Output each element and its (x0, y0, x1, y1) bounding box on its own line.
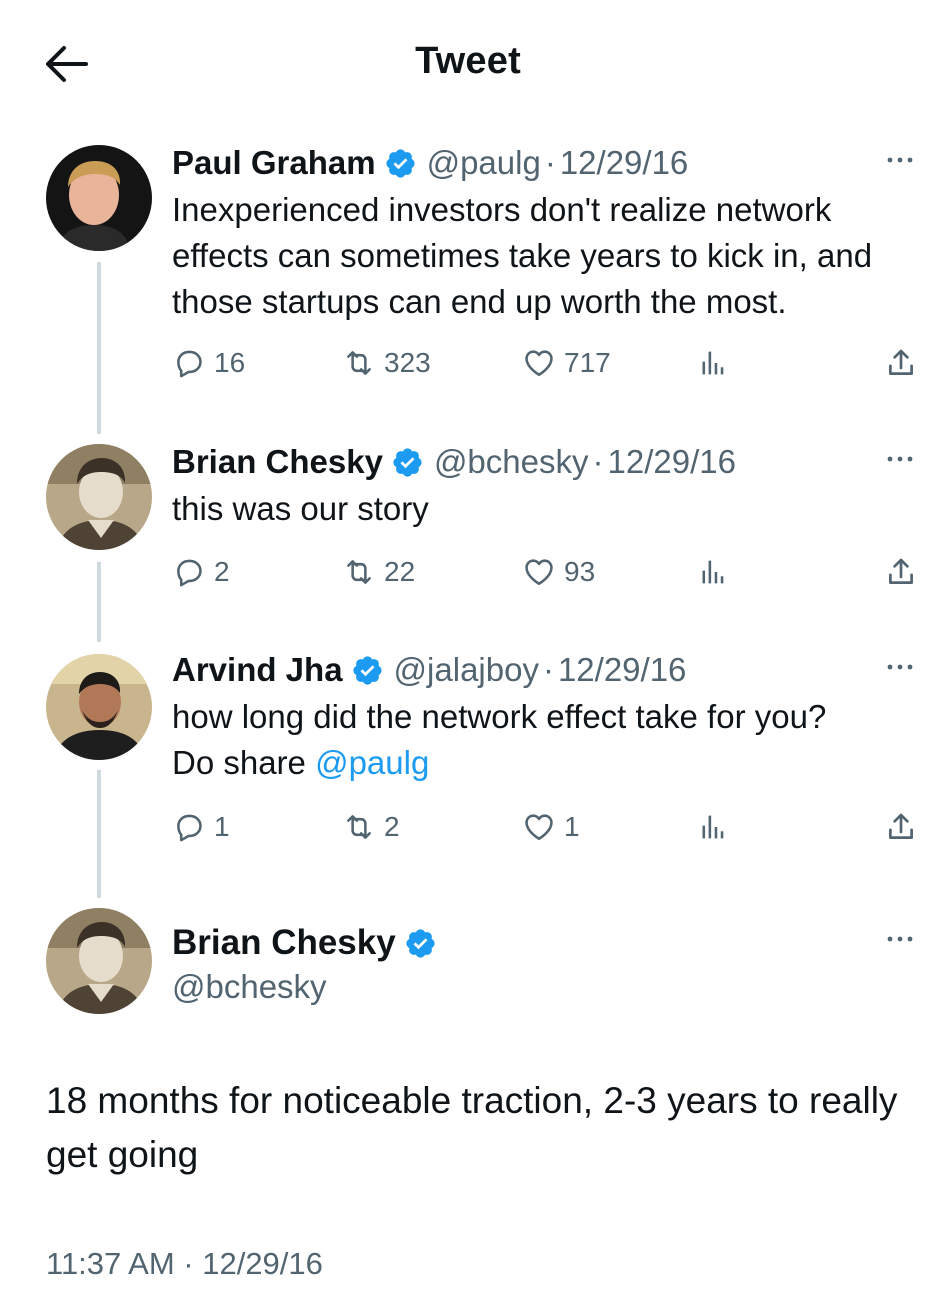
heart-icon (522, 810, 556, 844)
retweet-count: 2 (384, 811, 400, 842)
retweet-icon (342, 346, 376, 380)
author-name[interactable]: Brian Chesky (172, 923, 396, 963)
share-button[interactable] (884, 805, 918, 849)
heart-icon (522, 555, 556, 589)
author-name[interactable]: Arvind Jha (172, 651, 343, 689)
avatar[interactable] (46, 145, 152, 251)
retweet-icon (342, 810, 376, 844)
retweet-button[interactable]: 323 (342, 341, 431, 385)
share-icon (884, 555, 918, 589)
verified-badge-icon (404, 927, 437, 960)
like-count: 93 (564, 556, 596, 587)
avatar[interactable] (46, 654, 152, 760)
tweet-text-line: how long did the network effect take for… (172, 698, 827, 735)
author-handle[interactable]: @jalajboy (394, 651, 539, 689)
verified-badge-icon (384, 147, 417, 180)
thread-tweet[interactable]: Paul Graham @paulg · 12/29/16 Inexperien… (0, 141, 936, 391)
tweet-text-segment: Do share (172, 744, 316, 781)
share-button[interactable] (884, 550, 918, 594)
views-icon (694, 810, 728, 844)
verified-badge-icon (351, 654, 384, 687)
main-author: Brian Chesky @bchesky (172, 920, 447, 1006)
views-icon (694, 346, 728, 380)
reply-count: 1 (214, 811, 230, 842)
main-tweet: Brian Chesky @bchesky (0, 908, 936, 1028)
mention-link[interactable]: @paulg (315, 744, 429, 781)
tweet-meta: Paul Graham @paulg · 12/29/16 (172, 141, 688, 185)
tweet-meta: Arvind Jha @jalajboy · 12/29/16 (172, 648, 686, 692)
tweet-actions: 2 22 93 (172, 550, 922, 594)
like-count: 717 (564, 347, 611, 378)
author-handle[interactable]: @paulg (427, 144, 541, 182)
tweet-text-line: Do share @paulg (172, 740, 932, 786)
views-icon (694, 555, 728, 589)
main-tweet-text: 18 months for noticeable traction, 2-3 y… (46, 1080, 898, 1175)
retweet-count: 323 (384, 347, 431, 378)
like-button[interactable]: 717 (522, 341, 611, 385)
like-button[interactable]: 93 (522, 550, 595, 594)
heart-icon (522, 346, 556, 380)
author-name[interactable]: Brian Chesky (172, 443, 383, 481)
views-button[interactable] (694, 550, 728, 594)
reply-button[interactable]: 1 (172, 805, 230, 849)
views-button[interactable] (694, 341, 728, 385)
separator: · (592, 443, 604, 480)
more-dots-icon[interactable] (882, 444, 918, 474)
separator: · (544, 144, 556, 181)
main-author-name-row: Brian Chesky (172, 920, 447, 966)
retweet-count: 22 (384, 556, 416, 587)
reply-icon (172, 346, 206, 380)
retweet-button[interactable]: 2 (342, 805, 400, 849)
like-button[interactable]: 1 (522, 805, 580, 849)
tweet-timestamp[interactable]: 11:37 AM · 12/29/16 (46, 1246, 323, 1282)
reply-icon (172, 555, 206, 589)
share-icon (884, 810, 918, 844)
thread-tweet[interactable]: Brian Chesky @bchesky · 12/29/16 this wa… (0, 440, 936, 600)
more-dots-icon[interactable] (882, 924, 918, 954)
tweet-text: this was our story (172, 490, 429, 527)
author-handle[interactable]: @bchesky (434, 443, 589, 481)
author-name[interactable]: Paul Graham (172, 144, 376, 182)
like-count: 1 (564, 811, 580, 842)
avatar[interactable] (46, 444, 152, 550)
reply-icon (172, 810, 206, 844)
share-button[interactable] (884, 341, 918, 385)
tweet-meta: Brian Chesky @bchesky · 12/29/16 (172, 440, 736, 484)
separator: · (542, 651, 554, 688)
thread-tweet[interactable]: Arvind Jha @jalajboy · 12/29/16 how long… (0, 648, 936, 868)
retweet-button[interactable]: 22 (342, 550, 415, 594)
more-dots-icon[interactable] (882, 652, 918, 682)
tweet-date[interactable]: 12/29/16 (608, 443, 736, 481)
tweet-text: how long did the network effect take for… (172, 694, 932, 786)
reply-button[interactable]: 2 (172, 550, 230, 594)
top-bar: Tweet (0, 0, 936, 120)
author-handle[interactable]: @bchesky (172, 968, 447, 1006)
reply-count: 16 (214, 347, 246, 378)
avatar[interactable] (46, 908, 152, 1014)
tweet-actions: 1 2 1 (172, 805, 922, 849)
retweet-icon (342, 555, 376, 589)
page-title: Tweet (415, 40, 521, 82)
tweet-date[interactable]: 12/29/16 (558, 651, 686, 689)
reply-button[interactable]: 16 (172, 341, 245, 385)
more-dots-icon[interactable] (882, 145, 918, 175)
verified-badge-icon (391, 446, 424, 479)
reply-count: 2 (214, 556, 230, 587)
views-button[interactable] (694, 805, 728, 849)
tweet-text: Inexperienced investors don't realize ne… (172, 191, 873, 320)
tweet-actions: 16 323 717 (172, 341, 922, 385)
share-icon (884, 346, 918, 380)
tweet-date[interactable]: 12/29/16 (560, 144, 688, 182)
